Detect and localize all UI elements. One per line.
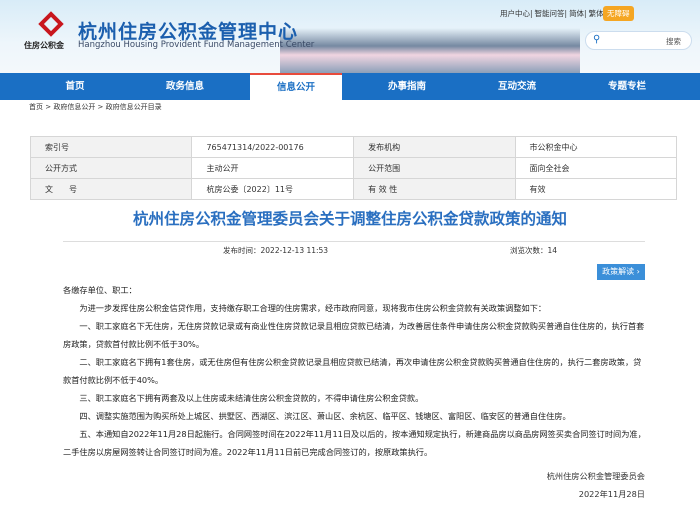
nav-info-disclosure[interactable]: 信息公开 <box>250 73 342 100</box>
signature-block: 杭州住房公积金管理委员会 2022年11月28日 <box>547 467 645 503</box>
link-simplified[interactable]: 简体| <box>569 9 587 18</box>
chevron-right-icon: › <box>636 267 640 276</box>
search-box[interactable]: ⚲ 搜索 <box>585 31 692 50</box>
meta-value: 杭房公委〔2022〕11号 <box>191 178 355 200</box>
view-count: 浏览次数：14 <box>510 246 558 255</box>
header-banner: 住房公积金 杭州住房公积金管理中心 Hangzhou Housing Provi… <box>0 0 700 73</box>
nav-home[interactable]: 首页 <box>0 73 130 100</box>
breadcrumb[interactable]: 首页 > 政府信息公开 > 政府信息公开目录 <box>29 102 162 112</box>
nav-topics[interactable]: 专题专栏 <box>572 73 682 100</box>
meta-key: 文 号 <box>29 178 193 200</box>
table-row: 文 号杭房公委〔2022〕11号有 效 性有效 <box>29 178 678 200</box>
meta-value: 主动公开 <box>191 157 355 179</box>
meta-key: 公开方式 <box>29 157 193 179</box>
meta-key: 公开范围 <box>353 157 516 179</box>
document-meta-table: 索引号 765471314/2022-00176 发布机构 市公积金中心 公开方式 主动… <box>29 136 678 200</box>
table-row: 索引号 765471314/2022-00176 发布机构 市公积金中心 <box>29 136 678 158</box>
signature-date: 2022年11月28日 <box>578 489 645 499</box>
article-title: 杭州住房公积金管理委员会关于调整住房公积金贷款政策的通知 <box>132 210 567 228</box>
paragraph: 四、调整实施范围为购买所处上城区、拱墅区、西湖区、滨江区、萧山区、余杭区、临平区… <box>79 411 571 421</box>
paragraph: 一、职工家庭名下无住房，无住房贷款记录或有商业性住房贷款记录且相应贷款已结清，为… <box>63 321 645 349</box>
meta-value: 有效 <box>514 178 678 200</box>
site-subtitle: Hangzhou Housing Provident Fund Manageme… <box>78 40 315 50</box>
search-icon: ⚲ <box>593 34 601 45</box>
link-user-center[interactable]: 用户中心| <box>500 9 533 18</box>
link-smart-qa[interactable]: 智能问答| <box>535 9 568 18</box>
meta-value: 765471314/2022-00176 <box>191 136 355 158</box>
nav-interaction[interactable]: 互动交流 <box>462 73 572 100</box>
publish-time: 发布时间：2022-12-13 11:53 <box>223 246 329 255</box>
search-button[interactable]: 搜索 <box>666 36 681 47</box>
divider <box>63 241 645 242</box>
meta-key: 有 效 性 <box>353 178 516 200</box>
meta-value: 市公积金中心 <box>514 136 678 158</box>
city-skyline-image <box>280 28 580 73</box>
nav-gov-info[interactable]: 政务信息 <box>130 73 240 100</box>
nav-guide[interactable]: 办事指南 <box>352 73 462 100</box>
meta-key: 发布机构 <box>353 136 516 158</box>
meta-key: 索引号 <box>29 136 193 158</box>
accessibility-button[interactable]: 无障碍 <box>603 6 634 21</box>
logo-icon <box>38 11 64 37</box>
button-label: 政策解读 <box>602 267 635 276</box>
paragraph: 为进一步发挥住房公积金信贷作用，支持缴存职工合理的住房需求，经市政府同意，现将我… <box>79 303 547 313</box>
table-row: 公开方式 主动公开 公开范围 面向全社会 <box>29 157 678 179</box>
salutation: 各缴存单位、职工： <box>63 285 137 295</box>
paragraph: 二、职工家庭名下拥有1套住房，或无住房但有住房公积金贷款记录且相应贷款已结清，再… <box>63 357 642 385</box>
logo-text: 住房公积金 <box>24 41 64 50</box>
paragraph: 五、本通知自2022年11月28日起施行。合同网签时间在2022年11月11日及… <box>63 429 646 457</box>
meta-value: 面向全社会 <box>514 157 678 179</box>
policy-interpretation-button[interactable]: 政策解读 › <box>597 264 645 280</box>
top-links: 用户中心| 智能问答| 简体| 繁体| <box>500 8 608 19</box>
signature: 杭州住房公积金管理委员会 <box>546 471 645 481</box>
article-body: 各缴存单位、职工： 为进一步发挥住房公积金信贷作用，支持缴存职工合理的住房需求，… <box>63 281 646 461</box>
paragraph: 三、职工家庭名下拥有两套及以上住房或未结清住房公积金贷款的，不得申请住房公积金贷… <box>79 393 424 403</box>
main-nav: 首页 政务信息 信息公开 办事指南 互动交流 专题专栏 <box>0 73 700 100</box>
